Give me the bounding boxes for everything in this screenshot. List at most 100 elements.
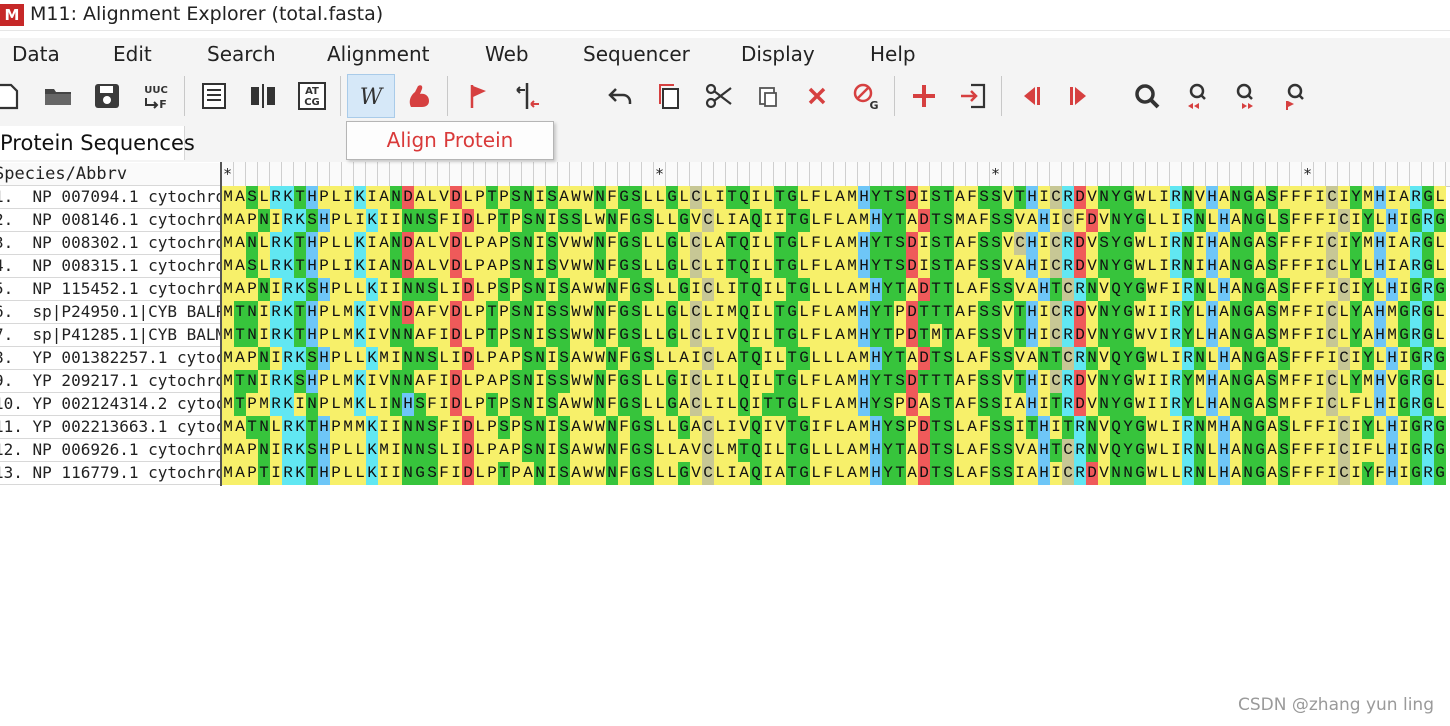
residue-cell[interactable]: S: [426, 347, 438, 370]
residue-cell[interactable]: D: [1074, 255, 1086, 278]
residue-cell[interactable]: S: [414, 393, 426, 416]
residue-cell[interactable]: A: [1218, 186, 1230, 209]
residue-cell[interactable]: V: [1194, 186, 1206, 209]
residue-cell[interactable]: V: [1014, 347, 1026, 370]
residue-cell[interactable]: I: [1146, 393, 1158, 416]
residue-cell[interactable]: M: [1194, 370, 1206, 393]
residue-cell[interactable]: V: [1086, 324, 1098, 347]
residue-cell[interactable]: H: [1374, 370, 1386, 393]
sequence-name[interactable]: 2. NP 008146.1 cytochrome: [0, 209, 220, 232]
residue-cell[interactable]: L: [426, 186, 438, 209]
residue-cell[interactable]: T: [738, 278, 750, 301]
residue-cell[interactable]: S: [546, 393, 558, 416]
residue-cell[interactable]: A: [1254, 255, 1266, 278]
residue-cell[interactable]: I: [450, 278, 462, 301]
residue-cell[interactable]: M: [222, 278, 234, 301]
residue-cell[interactable]: S: [894, 232, 906, 255]
residue-cell[interactable]: G: [1242, 232, 1254, 255]
residue-cell[interactable]: M: [378, 347, 390, 370]
residue-cell[interactable]: W: [594, 278, 606, 301]
residue-cell[interactable]: W: [582, 439, 594, 462]
residue-cell[interactable]: S: [558, 301, 570, 324]
residue-cell[interactable]: C: [690, 255, 702, 278]
residue-cell[interactable]: Y: [882, 462, 894, 485]
residue-cell[interactable]: L: [666, 347, 678, 370]
residue-cell[interactable]: T: [498, 462, 510, 485]
residue-cell[interactable]: D: [918, 347, 930, 370]
residue-cell[interactable]: M: [1278, 370, 1290, 393]
residue-cell[interactable]: D: [450, 301, 462, 324]
residue-cell[interactable]: N: [390, 370, 402, 393]
residue-cell[interactable]: G: [1434, 209, 1446, 232]
residue-cell[interactable]: R: [1182, 278, 1194, 301]
residue-cell[interactable]: L: [774, 439, 786, 462]
residue-cell[interactable]: K: [282, 324, 294, 347]
residue-cell[interactable]: N: [414, 209, 426, 232]
residue-cell[interactable]: L: [810, 278, 822, 301]
residue-cell[interactable]: L: [654, 232, 666, 255]
residue-cell[interactable]: L: [762, 232, 774, 255]
residue-cell[interactable]: A: [906, 278, 918, 301]
save-button[interactable]: [86, 74, 128, 118]
residue-cell[interactable]: L: [702, 393, 714, 416]
residue-cell[interactable]: M: [222, 347, 234, 370]
residue-cell[interactable]: G: [666, 393, 678, 416]
residue-cell[interactable]: R: [1422, 347, 1434, 370]
residue-cell[interactable]: M: [858, 209, 870, 232]
residue-cell[interactable]: S: [558, 347, 570, 370]
residue-cell[interactable]: T: [930, 370, 942, 393]
residue-cell[interactable]: P: [330, 462, 342, 485]
residue-cell[interactable]: C: [1062, 462, 1074, 485]
residue-cell[interactable]: L: [642, 186, 654, 209]
sequence-name[interactable]: 8. YP 001382257.1 cytochrome: [0, 347, 220, 370]
residue-cell[interactable]: I: [750, 393, 762, 416]
residue-cell[interactable]: F: [1290, 255, 1302, 278]
residue-cell[interactable]: T: [762, 393, 774, 416]
sequence-name[interactable]: 12. NP 006926.1 cytochrome: [0, 439, 220, 462]
residue-cell[interactable]: F: [1302, 439, 1314, 462]
residue-cell[interactable]: H: [318, 278, 330, 301]
residue-cell[interactable]: D: [450, 370, 462, 393]
residue-cell[interactable]: L: [258, 186, 270, 209]
residue-cell[interactable]: V: [690, 209, 702, 232]
residue-cell[interactable]: F: [978, 347, 990, 370]
residue-cell[interactable]: T: [1014, 370, 1026, 393]
sequence-name[interactable]: 4. NP 008315.1 cytochrome: [0, 255, 220, 278]
residue-cell[interactable]: P: [486, 347, 498, 370]
residue-cell[interactable]: A: [954, 255, 966, 278]
residue-cell[interactable]: S: [522, 209, 534, 232]
residue-cell[interactable]: C: [1050, 301, 1062, 324]
residue-cell[interactable]: T: [882, 370, 894, 393]
residue-cell[interactable]: M: [846, 393, 858, 416]
residue-cell[interactable]: K: [282, 186, 294, 209]
residue-cell[interactable]: T: [234, 324, 246, 347]
residue-cell[interactable]: K: [366, 462, 378, 485]
residue-cell[interactable]: N: [1038, 347, 1050, 370]
residue-cell[interactable]: H: [318, 416, 330, 439]
residue-cell[interactable]: L: [1146, 186, 1158, 209]
residue-cell[interactable]: S: [978, 255, 990, 278]
residue-cell[interactable]: I: [450, 462, 462, 485]
residue-cell[interactable]: H: [1386, 439, 1398, 462]
residue-cell[interactable]: N: [246, 301, 258, 324]
residue-cell[interactable]: I: [1038, 393, 1050, 416]
residue-cell[interactable]: I: [762, 278, 774, 301]
residue-cell[interactable]: R: [1074, 278, 1086, 301]
residue-cell[interactable]: N: [534, 278, 546, 301]
residue-cell[interactable]: N: [1182, 255, 1194, 278]
residue-cell[interactable]: T: [486, 324, 498, 347]
find-previous-button[interactable]: [1175, 74, 1217, 118]
residue-cell[interactable]: F: [1290, 278, 1302, 301]
residue-cell[interactable]: T: [258, 462, 270, 485]
residue-cell[interactable]: Q: [738, 255, 750, 278]
residue-cell[interactable]: L: [822, 278, 834, 301]
residue-cell[interactable]: S: [426, 462, 438, 485]
residue-cell[interactable]: L: [702, 232, 714, 255]
residue-cell[interactable]: L: [834, 462, 846, 485]
residue-cell[interactable]: D: [462, 278, 474, 301]
residue-cell[interactable]: I: [1314, 393, 1326, 416]
residue-cell[interactable]: I: [378, 462, 390, 485]
residue-cell[interactable]: A: [234, 209, 246, 232]
residue-cell[interactable]: C: [1050, 186, 1062, 209]
residue-cell[interactable]: L: [678, 301, 690, 324]
